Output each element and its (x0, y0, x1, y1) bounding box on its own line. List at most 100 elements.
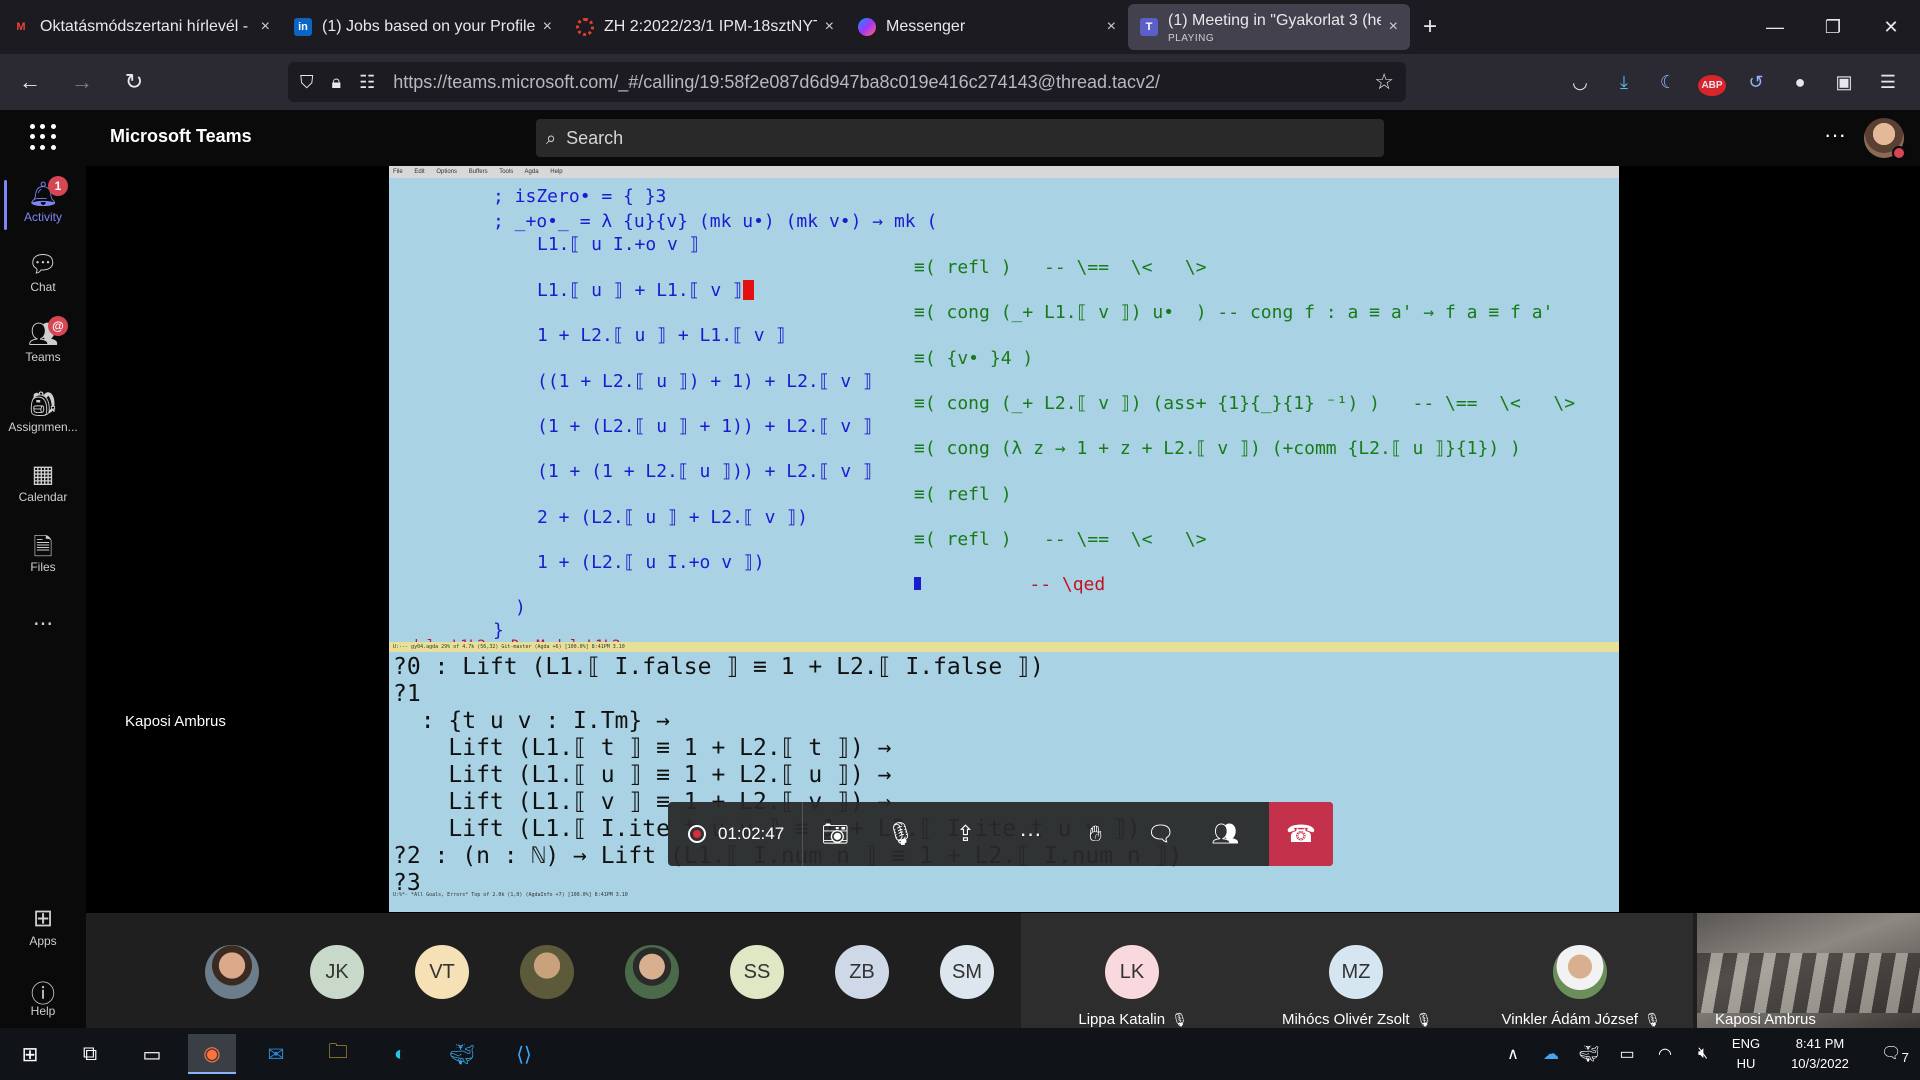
input-language[interactable]: ENG HU (1722, 1034, 1770, 1074)
minimize-icon[interactable]: — (1746, 0, 1804, 54)
app-launcher-icon[interactable] (30, 124, 56, 150)
tab-linkedin[interactable]: in (1) Jobs based on your Profile | × (282, 5, 564, 49)
teams-icon: 👥︎ (27, 321, 59, 348)
sync-extension-icon[interactable]: ↺ (1734, 72, 1778, 93)
volume-muted-icon[interactable]: 🔇︎ (1684, 1045, 1722, 1063)
url-text[interactable]: https://teams.microsoft.com/_#/calling/1… (393, 72, 1160, 93)
chat-icon[interactable]: 🗨︎ (1128, 821, 1193, 847)
forward-icon[interactable]: → (60, 69, 104, 95)
participant-tile[interactable] (179, 913, 284, 1028)
close-window-icon[interactable]: ✕ (1862, 0, 1920, 54)
notifications-icon[interactable]: 🗨︎7 (1870, 1043, 1920, 1065)
rail-item-files[interactable]: 🗎︎ Files (0, 522, 86, 588)
close-icon[interactable]: × (825, 18, 834, 36)
rail-label: Teams (25, 350, 61, 364)
reader-icon[interactable]: ▣ (1822, 72, 1866, 93)
participant-tile[interactable]: ZB (809, 913, 914, 1028)
tab-teams-meeting[interactable]: T (1) Meeting in "Gyakorlat 3 (het PLAYI… (1128, 4, 1410, 50)
more-icon[interactable]: ··· (998, 821, 1063, 847)
camera-off-icon[interactable]: 📷︎ (803, 821, 868, 847)
lock-icon[interactable]: 🔒︎ (332, 72, 342, 93)
participant-name-text: Lippa Katalin (1078, 1011, 1166, 1028)
rail-item-calendar[interactable]: ▦ Calendar (0, 452, 86, 518)
close-icon[interactable]: × (261, 18, 270, 36)
rail-item-more[interactable]: ... (0, 596, 86, 662)
mic-off-icon: 🎙︎ (1415, 1012, 1433, 1027)
rail-item-assignments[interactable]: 🎒︎ Assignmen... (0, 382, 86, 448)
participant-tile-named[interactable]: LK Lippa Katalin 🎙︎ (1021, 913, 1245, 1028)
outlook-icon[interactable]: ✉ (252, 1034, 300, 1074)
search-input[interactable]: ⌕ Search (536, 119, 1384, 157)
code-line: ((1 + L2.⟦ u ⟧) + 1) + L2.⟦ v ⟧ (537, 371, 873, 392)
extension-icon[interactable]: ● (1778, 72, 1822, 93)
task-view-icon[interactable]: ⧉ (66, 1034, 114, 1074)
participant-tile[interactable]: VT (389, 913, 494, 1028)
raise-hand-icon[interactable]: ✋︎ (1063, 821, 1128, 847)
close-icon[interactable]: × (1389, 18, 1398, 36)
goal-line: ?0 : Lift (L1.⟦ I.false ⟧ ≡ 1 + L2.⟦ I.f… (393, 654, 1044, 680)
new-tab-button[interactable]: + (1410, 13, 1450, 41)
restore-icon[interactable]: ❐ (1804, 0, 1862, 54)
reload-icon[interactable]: ↻ (112, 69, 156, 95)
onedrive-icon[interactable]: ☁ (1532, 1044, 1570, 1064)
more-options-icon[interactable]: ··· (1824, 122, 1846, 148)
battery-icon[interactable]: ▭ (1608, 1044, 1646, 1064)
teams-icon: T (1140, 18, 1158, 36)
tray-chevron-icon[interactable]: ∧ (1494, 1044, 1532, 1064)
menu-item: File (393, 169, 403, 175)
clock-time: 8:41 PM (1795, 1036, 1845, 1051)
tab-messenger[interactable]: Messenger × (846, 5, 1128, 49)
avatar (1553, 945, 1607, 999)
url-bar[interactable]: ⛉ 🔒︎ ☷ https://teams.microsoft.com/_#/ca… (288, 62, 1406, 102)
rail-item-teams[interactable]: 👥︎ @ Teams (0, 312, 86, 378)
rail-item-chat[interactable]: 💬︎ Chat (0, 242, 86, 308)
participants-icon[interactable]: 👥︎ (1193, 821, 1258, 847)
wifi-icon[interactable]: ◠ (1646, 1044, 1684, 1064)
permissions-icon[interactable]: ☷ (359, 72, 375, 93)
participant-tile[interactable]: JK (284, 913, 389, 1028)
avatar: SS (730, 945, 784, 999)
bookmark-star-icon[interactable]: ☆ (1374, 69, 1394, 95)
close-icon[interactable]: × (543, 18, 552, 36)
terminal-icon[interactable]: ▭ (128, 1034, 176, 1074)
rail-item-activity[interactable]: 🔔︎ 1 Activity (0, 172, 86, 238)
participant-tile[interactable]: SM (914, 913, 1019, 1028)
menu-icon[interactable]: ☰ (1866, 72, 1910, 93)
firefox-icon[interactable]: ◉ (188, 1034, 236, 1074)
proof-step: ≡( cong (_+ L1.⟦ v ⟧) u• ) -- cong f : a… (914, 302, 1554, 323)
calendar-icon: ▦ (31, 461, 55, 488)
windows-start-icon[interactable]: ⊞ (6, 1034, 54, 1074)
edge-icon[interactable]: ◐ (376, 1034, 424, 1074)
tab-canvas[interactable]: ZH 2:2022/23/1 IPM-18sztNYTR × (564, 5, 846, 49)
tab-gmail[interactable]: M Oktatásmódszertani hírlevél - o × (0, 5, 282, 49)
docker-tray-icon[interactable]: 🐳︎ (1570, 1044, 1608, 1064)
participant-tile-named[interactable]: Vinkler Ádám József 🎙︎ (1469, 913, 1693, 1028)
file-explorer-icon[interactable]: 🗀 (314, 1034, 362, 1074)
shield-icon[interactable]: ⛉ (300, 72, 314, 93)
docker-icon[interactable]: 🐳︎ (438, 1034, 486, 1074)
browser-tab-strip: M Oktatásmódszertani hírlevél - o × in (… (0, 0, 1920, 54)
vscode-icon[interactable]: ⟨⟩ (500, 1034, 548, 1074)
back-icon[interactable]: ← (8, 69, 52, 95)
adblock-icon[interactable]: ABP (1690, 72, 1734, 96)
pocket-icon[interactable]: ◡ (1558, 72, 1602, 93)
hang-up-button[interactable]: ☎︎ (1269, 802, 1333, 866)
participant-tile[interactable] (494, 913, 599, 1028)
rail-item-apps[interactable]: ⊞ Apps (0, 896, 86, 962)
proof-step: ≡( {v• }4 ) (914, 348, 1034, 369)
participant-video[interactable]: Kaposi Ambrus (1697, 913, 1920, 1028)
window-controls: — ❐ ✕ (1746, 0, 1920, 54)
clock[interactable]: 8:41 PM 10/3/2022 (1770, 1034, 1870, 1074)
participant-tile[interactable]: SS (704, 913, 809, 1028)
close-icon[interactable]: × (1107, 18, 1116, 36)
download-icon[interactable]: ⤓ (1602, 72, 1646, 93)
share-screen-icon[interactable]: ⇪ (933, 821, 998, 847)
mic-off-icon[interactable]: 🎙︎ (868, 821, 933, 847)
dark-mode-extension-icon[interactable]: ☾ (1646, 72, 1690, 93)
code-line: L1.⟦ u I.+o v ⟧ (537, 234, 700, 255)
call-controls: 01:02:47 📷︎ 🎙︎ ⇪ ··· ✋︎ 🗨︎ 👥︎ ☎︎ (668, 802, 1333, 866)
participant-tile[interactable] (599, 913, 704, 1028)
participant-tile-named[interactable]: MZ Mihócs Olivér Zsolt 🎙︎ (1245, 913, 1469, 1028)
rail-item-help[interactable]: ⓘ Help (0, 966, 86, 1032)
avatar[interactable] (1864, 118, 1906, 160)
